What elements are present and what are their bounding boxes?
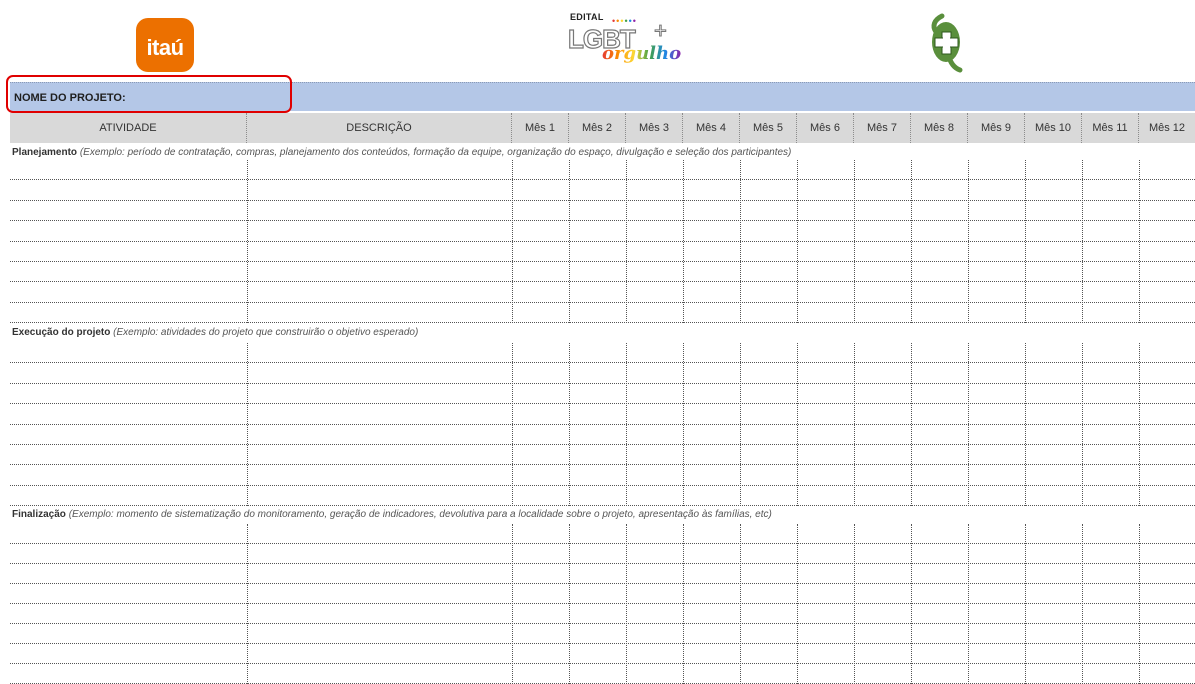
column-header: Mês 4 [683,113,740,143]
column-header: Mês 6 [797,113,854,143]
column-divider [854,343,855,506]
column-divider [683,524,684,684]
column-divider [626,343,627,506]
section-example: (Exemplo: momento de sistematização do m… [68,509,772,520]
table-row[interactable] [10,486,1195,507]
health-cross-emblem-icon [920,10,968,74]
column-divider [911,343,912,506]
table-row[interactable] [10,201,1195,222]
column-divider [569,343,570,506]
table-row[interactable] [10,262,1195,283]
table-row[interactable] [10,363,1195,384]
column-header: Mês 12 [1148,122,1186,134]
column-divider [797,343,798,506]
edital-word: EDITAL [570,12,604,22]
section-name: Execução do projeto [12,327,111,338]
table-row[interactable] [10,524,1195,544]
column-header: Mês 2 [569,113,626,143]
edital-lgbt-orgulho-logo: EDITAL •••••• LGBT + orgulho [567,12,682,68]
column-divider [569,524,570,684]
table-row[interactable] [10,445,1195,466]
table-row[interactable] [10,160,1195,181]
column-divider [626,160,627,323]
column-divider [968,160,969,323]
section-name: Planejamento [12,147,78,158]
table-row[interactable] [10,644,1195,664]
column-divider [1025,160,1026,323]
table-row[interactable] [10,282,1195,303]
itau-logo-text: itaú [146,35,184,60]
column-header: Mês 1 [512,113,569,143]
column-header: Mês 5 [740,113,797,143]
column-header: Mês 11 [1082,113,1139,143]
column-divider [1139,160,1140,323]
itau-logo: itaú [136,18,194,72]
column-divider [854,160,855,323]
edital-orgulho-text: orgulho [602,43,682,64]
project-name-highlight [6,75,292,113]
column-divider [512,524,513,684]
column-divider [911,524,912,684]
column-header: ATIVIDADE [10,113,247,143]
section-name: Finalização [12,509,66,520]
column-divider [797,160,798,323]
column-divider [683,343,684,506]
column-divider [512,160,513,323]
column-header: Mês 8 [911,113,968,143]
table-row[interactable] [10,564,1195,584]
edital-plus-text: + [654,18,668,44]
table-row[interactable] [10,584,1195,604]
column-divider [247,343,248,506]
table-row[interactable] [10,604,1195,624]
column-divider [683,160,684,323]
column-divider [968,343,969,506]
column-divider [1139,343,1140,506]
column-divider [740,343,741,506]
execution-grid [10,343,1195,507]
section-title-planejamento: Planejamento (Exemplo: período de contra… [12,147,791,158]
table-row[interactable] [10,544,1195,564]
table-row[interactable] [10,303,1195,324]
column-divider [740,160,741,323]
column-header: Mês 9 [968,113,1025,143]
column-divider [968,524,969,684]
column-divider [512,343,513,506]
table-row[interactable] [10,180,1195,201]
table-row[interactable] [10,465,1195,486]
column-divider [740,524,741,684]
section-example: (Exemplo: atividades do projeto que cons… [113,327,419,338]
table-row[interactable] [10,242,1195,262]
table-header-row: ATIVIDADE DESCRIÇÃO Mês 1 Mês 2 Mês 3 Mês 4 Mê… [10,113,1195,143]
column-divider [247,524,248,684]
section-title-execucao: Execução do projeto (Exemplo: atividades… [12,327,418,338]
column-divider [854,524,855,684]
table-row[interactable] [10,384,1195,405]
column-divider [569,160,570,323]
column-divider [1139,524,1140,684]
column-header: DESCRIÇÃO [247,113,512,143]
column-header: Mês 3 [626,113,683,143]
finalization-grid [10,524,1195,684]
table-row[interactable] [10,221,1195,242]
column-divider [1082,160,1083,323]
column-header: Mês 10 [1025,113,1082,143]
column-divider [797,524,798,684]
column-divider [1082,343,1083,506]
column-divider [911,160,912,323]
column-divider [1025,524,1026,684]
section-example: (Exemplo: período de contratação, compra… [79,147,792,158]
column-divider [1025,343,1026,506]
column-divider [626,524,627,684]
table-row[interactable] [10,404,1195,425]
table-row[interactable] [10,343,1195,364]
planning-grid [10,160,1195,324]
section-title-finalizacao: Finalização (Exemplo: momento de sistema… [12,509,772,520]
table-row[interactable] [10,624,1195,644]
column-divider [1082,524,1083,684]
table-row[interactable] [10,425,1195,445]
table-row[interactable] [10,664,1195,684]
column-header: Mês 7 [854,113,911,143]
column-divider [247,160,248,323]
